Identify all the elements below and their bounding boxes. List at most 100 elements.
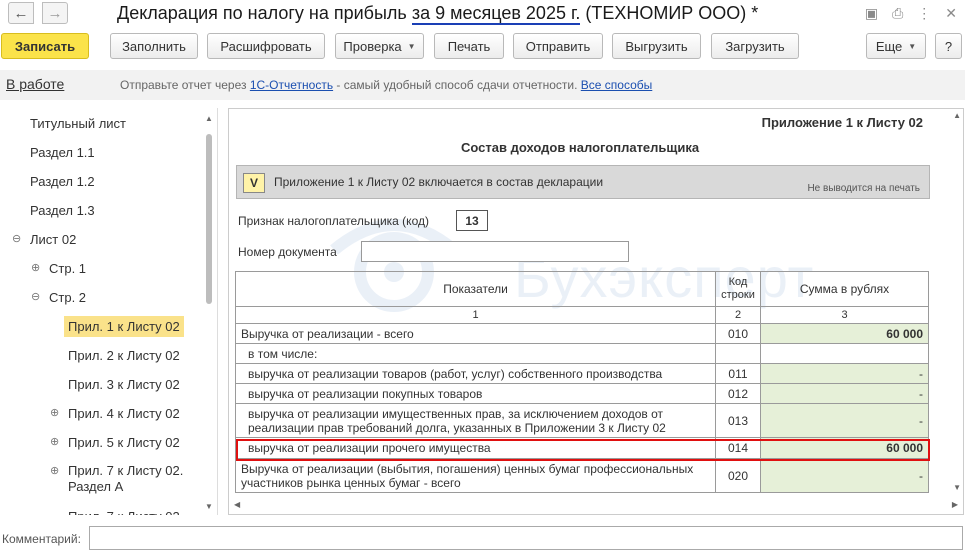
collapse-icon[interactable]: ⊖: [12, 232, 21, 245]
expand-icon[interactable]: ⊕: [50, 464, 59, 477]
row-code: 011: [715, 363, 761, 384]
row-code: 012: [715, 383, 761, 404]
chevron-down-icon: ▼: [407, 41, 416, 51]
tree-item-label: Прил. 7 к Листу 02. Раздел А: [64, 460, 187, 498]
tree-item-label: Раздел 1.2: [30, 173, 95, 189]
tree-item-label: Прил. 2 к Листу 02: [68, 347, 180, 363]
send-button[interactable]: Отправить: [513, 33, 603, 59]
tree-item-label: Прил. 4 к Листу 02: [68, 405, 180, 421]
row-label: выручка от реализации покупных товаров: [235, 383, 716, 404]
tree-item-appendix-3[interactable]: Прил. 3 к Листу 02: [64, 372, 217, 396]
check-dropdown-button[interactable]: Проверка ▼: [335, 33, 424, 59]
status-link[interactable]: В работе: [6, 76, 64, 92]
window-icons: ▣ ⎙ ⋮ ✕: [865, 5, 957, 22]
colnum-3: 3: [760, 306, 929, 324]
tree-item-label: Прил. 5 к Листу 02: [68, 434, 180, 450]
taxpayer-code-label: Признак налогоплательщика (код): [238, 214, 429, 228]
tree-item-appendix-1[interactable]: Прил. 1 к Листу 02: [64, 314, 184, 338]
scroll-down-icon[interactable]: ▼: [205, 502, 213, 511]
reporting-service-link[interactable]: 1С-Отчетность: [250, 78, 333, 92]
more-icon[interactable]: ⋮: [917, 5, 931, 22]
tree-item-appendix-2[interactable]: Прил. 2 к Листу 02: [64, 343, 217, 367]
tree-item-label: Титульный лист: [30, 115, 127, 131]
table-header-row: Показатели Код строки Сумма в рублях: [235, 271, 929, 307]
document-number-field[interactable]: [361, 241, 629, 262]
row-value[interactable]: -: [760, 383, 929, 404]
row-code: [715, 343, 761, 364]
comment-label: Комментарий:: [2, 532, 81, 546]
comment-field[interactable]: [89, 526, 963, 550]
scroll-right-icon[interactable]: ▶: [952, 500, 958, 509]
row-code: 013: [715, 403, 761, 438]
tree-item-appendix-4[interactable]: Прил. 4 к Листу 02: [64, 401, 217, 425]
back-button[interactable]: ←: [8, 2, 34, 24]
title-bar: ← → Декларация по налогу на прибыль за 9…: [0, 0, 965, 28]
more-label: Еще: [875, 38, 903, 54]
import-button[interactable]: Загрузить: [711, 33, 799, 59]
tree-item-appendix-5[interactable]: Прил. 5 к Листу 02: [64, 430, 217, 454]
expand-icon[interactable]: ⊕: [31, 261, 40, 274]
chevron-down-icon: ▼: [908, 41, 917, 51]
scroll-up-icon[interactable]: ▲: [953, 111, 961, 120]
scroll-down-icon[interactable]: ▼: [953, 483, 961, 492]
save-button[interactable]: Записать: [1, 33, 89, 59]
tree-item-title-page[interactable]: Титульный лист: [26, 111, 217, 135]
tree-item-label-line1: Прил. 7 к Листу 02.: [68, 463, 184, 478]
table-row: Выручка от реализации (выбытия, погашени…: [235, 458, 929, 493]
row-value[interactable]: -: [760, 458, 929, 493]
tree-item-page-1[interactable]: Стр. 1: [45, 256, 217, 280]
decode-button[interactable]: Расшифровать: [207, 33, 325, 59]
row-code: 010: [715, 323, 761, 344]
title-main: Декларация по налогу на прибыль: [117, 3, 407, 23]
tree-item-label: Прил. 7 к Листу 02.: [64, 506, 187, 516]
expand-icon[interactable]: ⊕: [50, 435, 59, 448]
table-colnum-row: 1 2 3: [235, 306, 929, 324]
sidebar-scrollbar[interactable]: [206, 134, 212, 304]
info-text-after: - самый удобный способ сдачи отчетности.: [333, 78, 581, 92]
tree-item-page-2[interactable]: Стр. 2: [45, 285, 217, 309]
row-label: выручка от реализации товаров (работ, ус…: [235, 363, 716, 384]
title-org: (ТЕХНОМИР ООО) *: [585, 3, 759, 23]
print-icon[interactable]: ⎙: [892, 5, 903, 22]
collapse-icon[interactable]: ⊖: [31, 290, 40, 303]
save-icon[interactable]: ▣: [865, 5, 878, 22]
tree-item-section-1-1[interactable]: Раздел 1.1: [26, 140, 217, 164]
close-icon[interactable]: ✕: [945, 5, 957, 22]
tree-item-appendix-7a[interactable]: Прил. 7 к Листу 02. Раздел А: [64, 460, 217, 498]
scroll-up-icon[interactable]: ▲: [205, 114, 213, 123]
scroll-left-icon[interactable]: ◀: [234, 500, 240, 509]
header-indicator: Показатели: [235, 271, 716, 307]
header-code-line1: Код: [728, 276, 748, 288]
tree-item-section-1-2[interactable]: Раздел 1.2: [26, 169, 217, 193]
more-dropdown-button[interactable]: Еще ▼: [866, 33, 926, 59]
tree-item-label: Прил. 1 к Листу 02: [64, 315, 184, 337]
command-bar: Записать Заполнить Расшифровать Проверка…: [0, 33, 965, 61]
taxpayer-code-field[interactable]: 13: [456, 210, 488, 231]
info-strip: В работе Отправьте отчет через 1С-Отчетн…: [0, 70, 965, 100]
help-button[interactable]: ?: [935, 33, 962, 59]
print-button[interactable]: Печать: [434, 33, 504, 59]
row-value[interactable]: -: [760, 403, 929, 438]
sections-tree: Титульный лист Раздел 1.1 Раздел 1.2 Раз…: [0, 108, 218, 515]
tree-item-sheet-02[interactable]: Лист 02: [26, 227, 217, 251]
arrow-right-icon: →: [47, 4, 63, 22]
title-period-link[interactable]: за 9 месяцев 2025 г.: [411, 3, 581, 25]
row-label: Выручка от реализации (выбытия, погашени…: [235, 458, 716, 493]
tree-item-label: Лист 02: [30, 231, 77, 247]
fill-button[interactable]: Заполнить: [110, 33, 198, 59]
row-value: [760, 343, 929, 364]
expand-icon[interactable]: ⊕: [50, 406, 59, 419]
row-code: 020: [715, 458, 761, 493]
table-row: выручка от реализации имущественных прав…: [235, 403, 929, 438]
tree-item-appendix-7b[interactable]: Прил. 7 к Листу 02.: [64, 504, 217, 516]
export-button[interactable]: Выгрузить: [612, 33, 701, 59]
forward-button[interactable]: →: [42, 2, 68, 24]
horizontal-scrollbar[interactable]: ◀ ▶: [229, 498, 963, 514]
tree-item-section-1-3[interactable]: Раздел 1.3: [26, 198, 217, 222]
tree-item-label-line2: Раздел А: [68, 479, 124, 494]
include-checkbox[interactable]: V: [243, 173, 265, 193]
row-value[interactable]: 60 000: [760, 323, 929, 344]
row-value[interactable]: -: [760, 363, 929, 384]
all-methods-link[interactable]: Все способы: [581, 78, 653, 92]
report-form: Бухэксперт Приложение 1 к Листу 02 Соста…: [228, 108, 964, 515]
